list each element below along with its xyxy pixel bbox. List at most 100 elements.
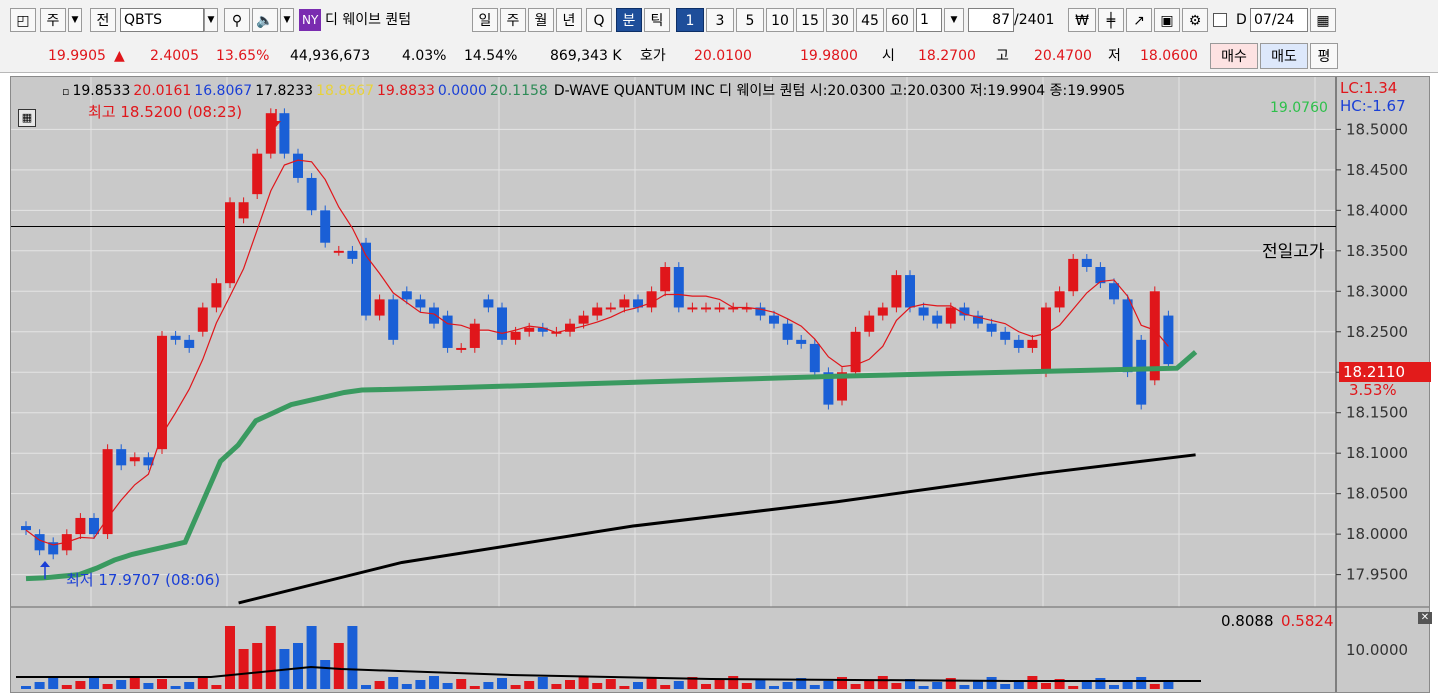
volume-bar bbox=[320, 660, 331, 689]
interval-3[interactable]: 3 bbox=[706, 8, 734, 32]
close-icon[interactable]: ✕ bbox=[1418, 612, 1432, 624]
ask-price: 20.0100 bbox=[694, 48, 752, 64]
interval-30[interactable]: 30 bbox=[826, 8, 854, 32]
hc-label: HC:-1.67 bbox=[1340, 97, 1406, 115]
volume-bar bbox=[415, 680, 426, 689]
volume-bar bbox=[633, 682, 643, 689]
volume-bar bbox=[850, 684, 861, 689]
settings-icon[interactable]: ⚙ bbox=[1182, 8, 1208, 32]
candle-body bbox=[605, 307, 616, 310]
candle-body bbox=[252, 153, 263, 195]
volume-bar bbox=[660, 685, 671, 689]
save-icon[interactable]: ▣ bbox=[1154, 8, 1180, 32]
candle-body bbox=[225, 202, 235, 284]
interval-5[interactable]: 5 bbox=[736, 8, 764, 32]
candle-body bbox=[170, 335, 181, 340]
volume-percent-1: 4.03% bbox=[402, 48, 447, 64]
price-chart[interactable]: 18.5000 18.4500 18.4000 18.3500 18.3000 18.25… bbox=[11, 77, 1430, 693]
sell-button[interactable]: 매도 bbox=[1260, 43, 1308, 69]
y-tick-label: 18.1000 bbox=[1346, 444, 1408, 462]
volume-bar bbox=[646, 678, 657, 689]
buy-button[interactable]: 매수 bbox=[1210, 43, 1258, 69]
period-year[interactable]: 년 bbox=[556, 8, 582, 32]
candle-body bbox=[279, 113, 290, 154]
crosshair-icon[interactable]: ₩ bbox=[1068, 8, 1096, 32]
chart-menu-icon[interactable]: ◰ bbox=[10, 8, 36, 32]
legend-value-6: 0.0000 bbox=[437, 83, 487, 99]
change-percent: 13.65% bbox=[216, 48, 270, 64]
high-marker-label: 최고 18.5200 (08:23) bbox=[88, 103, 243, 121]
volume-bar bbox=[918, 686, 929, 689]
volume-bar bbox=[34, 682, 45, 689]
volume-bar bbox=[755, 679, 766, 689]
candle-body bbox=[197, 307, 208, 332]
volume-bar bbox=[456, 679, 467, 689]
symbol-input[interactable]: QBTS bbox=[120, 8, 204, 32]
grid-toggle-icon[interactable]: ▦ bbox=[18, 109, 36, 127]
current-price-tag: 18.2110 bbox=[1339, 362, 1431, 382]
speaker-dropdown-icon[interactable]: ▼ bbox=[280, 8, 294, 32]
volume-bar bbox=[1109, 685, 1119, 689]
volume-bar bbox=[524, 681, 535, 689]
market-type-select[interactable]: 주 bbox=[40, 8, 66, 32]
interval-15[interactable]: 15 bbox=[796, 8, 824, 32]
flat-button[interactable]: 평 bbox=[1310, 43, 1338, 69]
y-tick-label: 18.3500 bbox=[1346, 242, 1408, 260]
period-day[interactable]: 일 bbox=[472, 8, 498, 32]
candle-icon[interactable]: ╪ bbox=[1098, 8, 1124, 32]
date-checkbox[interactable] bbox=[1213, 13, 1227, 27]
date-input[interactable]: 07/24 bbox=[1250, 8, 1308, 32]
volume-bar bbox=[429, 676, 439, 689]
period-quarter[interactable]: Q bbox=[586, 8, 612, 32]
candle-body bbox=[986, 323, 997, 332]
chart-panel[interactable]: 18.5000 18.4500 18.4000 18.3500 18.3000 18.25… bbox=[10, 76, 1430, 693]
search-icon[interactable]: ⚲ bbox=[224, 8, 250, 32]
interval-60[interactable]: 60 bbox=[886, 8, 914, 32]
interval-input[interactable]: 1 bbox=[916, 8, 942, 32]
volume-ma-line bbox=[16, 665, 1201, 682]
volume-bar bbox=[333, 643, 344, 689]
symbol-dropdown-icon[interactable]: ▼ bbox=[204, 8, 218, 32]
count-input[interactable]: 87 bbox=[968, 8, 1014, 32]
volume-bar bbox=[605, 679, 616, 689]
speaker-icon[interactable]: 🔈 bbox=[252, 8, 278, 32]
candle-body bbox=[1122, 299, 1133, 373]
candle-body bbox=[1000, 331, 1011, 340]
candle-body bbox=[75, 517, 86, 535]
candle-body bbox=[1013, 339, 1024, 348]
candle-body bbox=[932, 315, 943, 324]
calendar-icon[interactable]: ▦ bbox=[1310, 8, 1336, 32]
volume-bar bbox=[619, 686, 630, 689]
toolbar-row-1: ◰ 주 ▼ 전 QBTS ▼ ⚲ 🔈 ▼ NY 디 웨이브 퀀텀 일 주 월 년… bbox=[0, 0, 1438, 41]
volume-bar bbox=[1000, 684, 1011, 689]
period-month[interactable]: 월 bbox=[528, 8, 554, 32]
high-price: 20.4700 bbox=[1034, 48, 1092, 64]
mode-button[interactable]: 전 bbox=[90, 8, 116, 32]
candle-body bbox=[905, 275, 915, 308]
volume-bar bbox=[483, 682, 494, 689]
volume-bar bbox=[578, 676, 589, 689]
volume-bar bbox=[959, 685, 970, 689]
legend-value-4: 18.8667 bbox=[316, 83, 374, 99]
low-marker-arrowhead bbox=[40, 561, 50, 567]
candle-body bbox=[864, 315, 875, 332]
period-tick[interactable]: 틱 bbox=[644, 8, 670, 32]
candle-body bbox=[1081, 258, 1092, 267]
volume-legend-1: 0.8088 bbox=[1221, 612, 1274, 630]
candle-body bbox=[769, 315, 779, 324]
interval-dropdown-icon[interactable]: ▼ bbox=[944, 8, 964, 32]
interval-1[interactable]: 1 bbox=[676, 8, 704, 32]
y-tick-label: 17.9500 bbox=[1346, 566, 1408, 584]
candle-body bbox=[592, 307, 603, 316]
legend-value-2: 16.8067 bbox=[194, 83, 253, 99]
drawing-icon[interactable]: ↗ bbox=[1126, 8, 1152, 32]
interval-45[interactable]: 45 bbox=[856, 8, 884, 32]
y-tick-label: 18.1500 bbox=[1346, 404, 1408, 422]
ma-short-line bbox=[25, 159, 1169, 546]
period-week[interactable]: 주 bbox=[500, 8, 526, 32]
volume-bar bbox=[21, 686, 31, 689]
market-type-dropdown-icon[interactable]: ▼ bbox=[68, 8, 82, 32]
volume-bar bbox=[374, 681, 385, 689]
interval-10[interactable]: 10 bbox=[766, 8, 794, 32]
period-minute[interactable]: 분 bbox=[616, 8, 642, 32]
